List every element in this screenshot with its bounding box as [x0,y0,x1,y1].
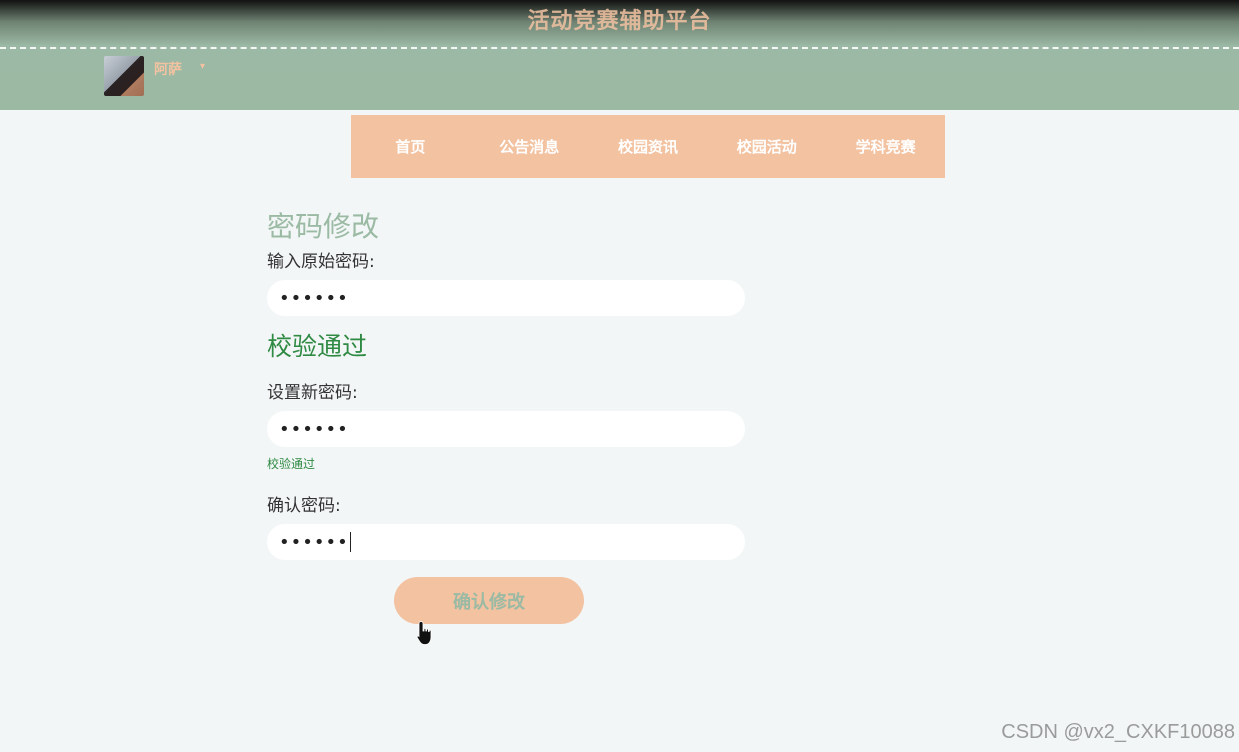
old-password-label: 输入原始密码: [267,252,375,272]
new-password-value: •••••• [279,418,349,440]
page-title: 密码修改 [267,210,380,243]
user-menu[interactable]: 阿萨 ▾ [104,56,205,96]
username[interactable]: 阿萨 [154,59,182,79]
main-nav: 首页 公告消息 校园资讯 校园活动 学科竞赛 [351,115,945,178]
old-password-field[interactable]: •••••• [267,280,745,316]
watermark: CSDN @vx2_CXKF10088 [1001,721,1235,743]
nav-item-competitions[interactable]: 学科竞赛 [826,136,945,157]
hand-pointer-icon [416,621,432,645]
confirm-password-field[interactable]: •••••• [267,524,745,560]
nav-item-campus-news[interactable]: 校园资讯 [589,136,708,157]
nav-item-campus-activities[interactable]: 校园活动 [707,136,826,157]
chevron-down-icon[interactable]: ▾ [200,61,205,72]
new-password-field[interactable]: •••••• [267,411,745,447]
nav-item-announcements[interactable]: 公告消息 [470,136,589,157]
new-password-status: 校验通过 [267,457,316,471]
text-cursor [349,532,351,552]
nav-item-home[interactable]: 首页 [351,136,470,157]
old-password-value: •••••• [279,287,349,309]
confirm-change-button[interactable]: 确认修改 [394,577,584,624]
confirm-password-value: •••••• [279,531,349,553]
top-header: 活动竞赛辅助平台 阿萨 ▾ [0,0,1239,110]
site-title: 活动竞赛辅助平台 [527,9,712,34]
confirm-password-label: 确认密码: [267,496,341,516]
old-password-status: 校验通过 [267,332,368,361]
new-password-label: 设置新密码: [267,383,358,403]
avatar[interactable] [104,56,144,96]
